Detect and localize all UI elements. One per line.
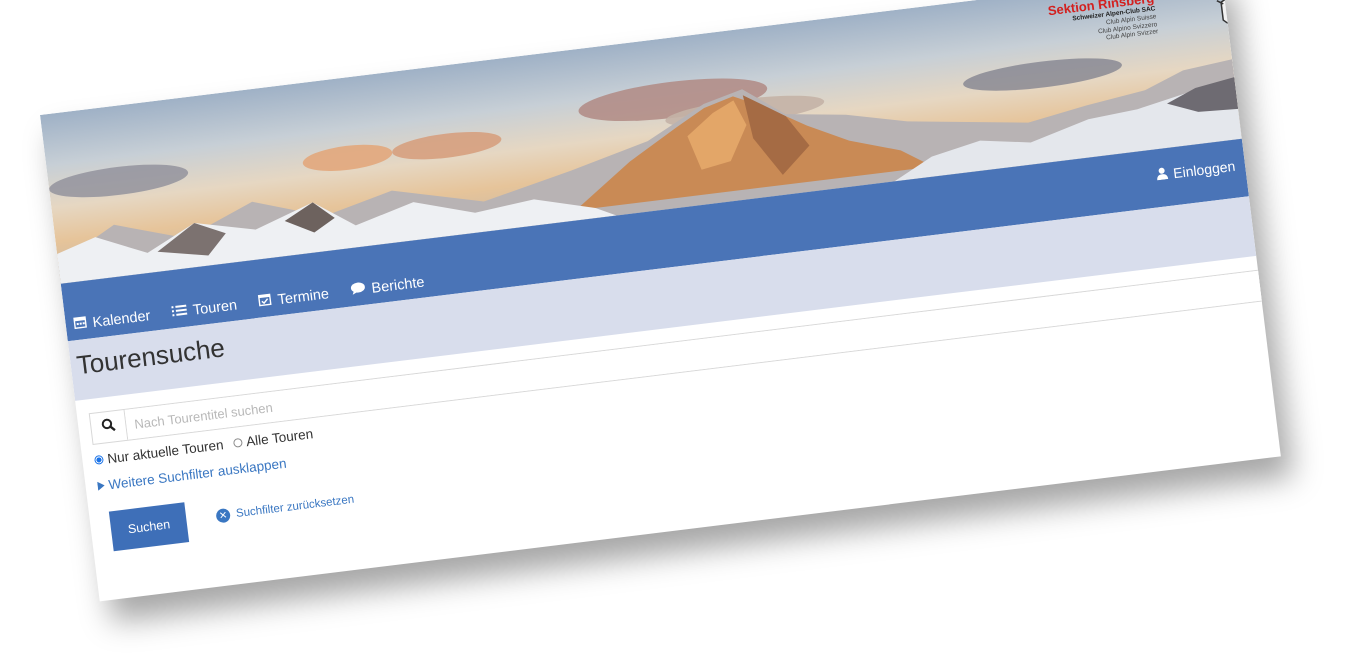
- list-icon: [171, 303, 188, 321]
- search-button[interactable]: Suchen: [108, 502, 190, 552]
- login-label: Einloggen: [1172, 157, 1237, 182]
- radio-label: Alle Touren: [245, 426, 314, 450]
- chat-bubble-icon: [350, 281, 367, 300]
- reset-filters-link[interactable]: ✕ Suchfilter zurücksetzen: [215, 493, 355, 524]
- nav-item-berichte[interactable]: Berichte: [350, 273, 426, 299]
- nav-item-touren[interactable]: Touren: [171, 296, 238, 321]
- nav-item-kalender[interactable]: Kalender: [73, 307, 152, 333]
- radio-button-checked[interactable]: [93, 454, 104, 465]
- radio-label: Nur aktuelle Touren: [106, 437, 225, 467]
- nav-item-label: Kalender: [91, 307, 152, 331]
- close-circle-icon: ✕: [215, 507, 231, 524]
- radio-button[interactable]: [232, 437, 243, 448]
- calendar-icon: [73, 315, 88, 333]
- nav-item-label: Touren: [192, 296, 238, 319]
- page-card: Sektion Rinsberg Schweizer Alpen-Club SA…: [40, 0, 1281, 602]
- calendar-check-icon: [258, 292, 273, 310]
- login-link[interactable]: Einloggen: [1154, 158, 1236, 184]
- nav-item-termine[interactable]: Termine: [258, 285, 330, 310]
- user-icon: [1154, 166, 1169, 183]
- radio-all-tours[interactable]: Alle Touren: [232, 426, 314, 451]
- search-icon: [100, 417, 116, 438]
- nav-item-label: Berichte: [370, 273, 426, 297]
- caret-right-icon: [97, 478, 106, 494]
- reset-filters-label: Suchfilter zurücksetzen: [235, 493, 355, 521]
- nav-item-label: Termine: [276, 285, 330, 308]
- search-addon: [89, 409, 129, 444]
